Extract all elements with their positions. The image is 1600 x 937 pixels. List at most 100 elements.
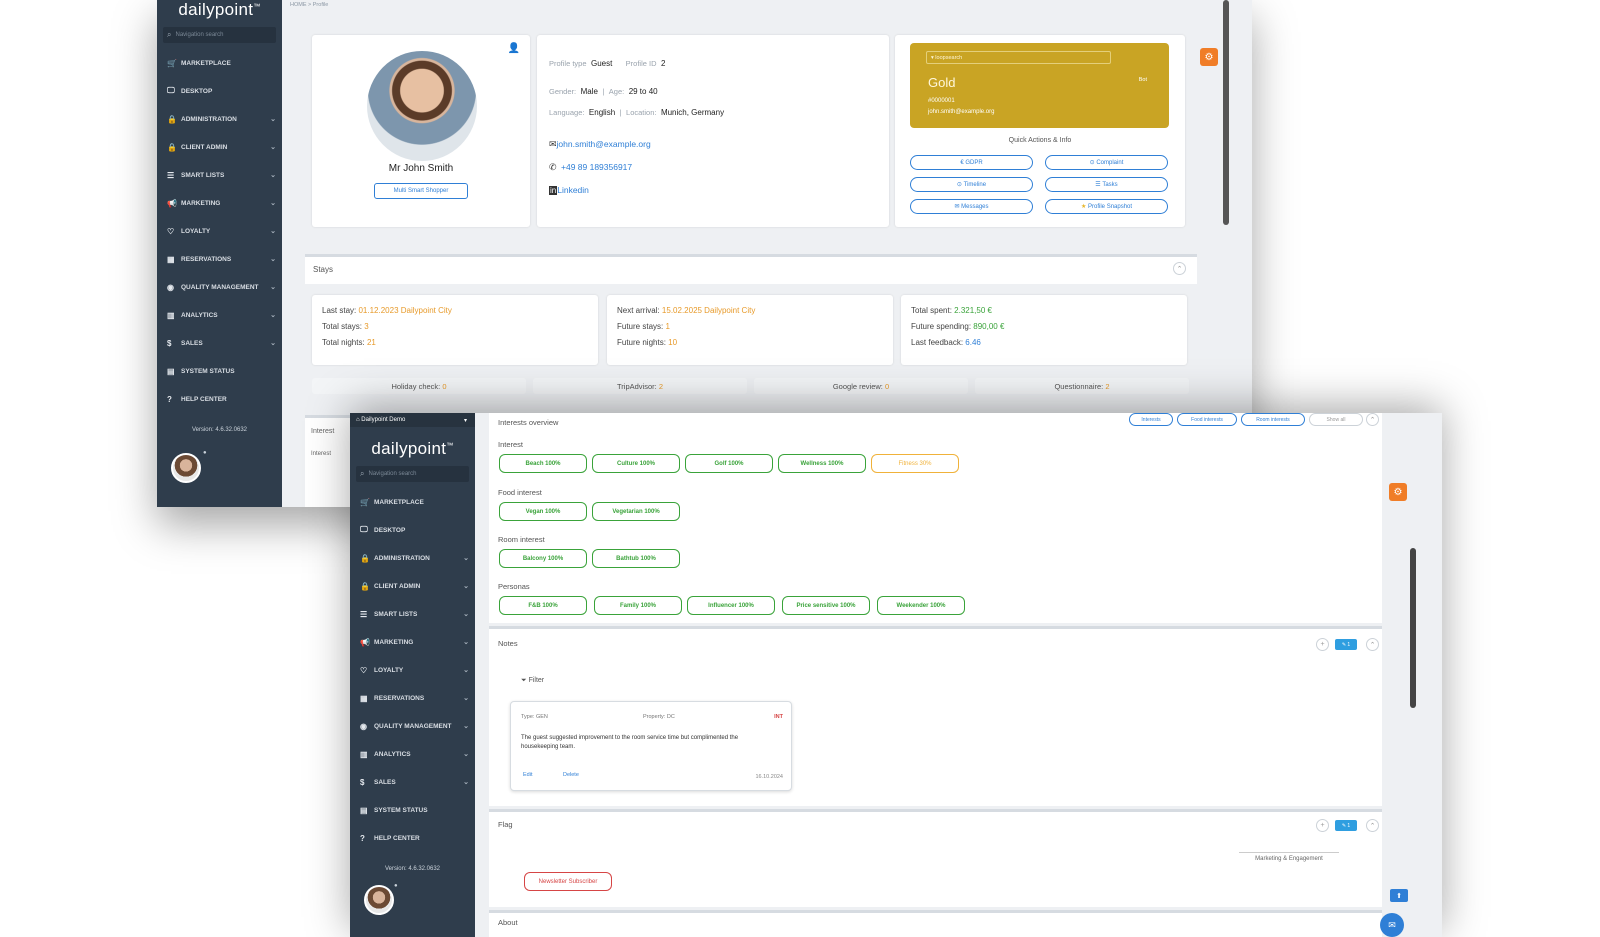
- notes-filter[interactable]: ⏷ Filter: [521, 677, 544, 685]
- settings-gear-button[interactable]: ⚙: [1200, 48, 1218, 66]
- interest-pill-beach[interactable]: Beach 100%: [499, 454, 587, 473]
- sidebar-item-client-admin[interactable]: 🔒 CLIENT ADMIN ⌄: [350, 572, 475, 600]
- sidebar-item-marketing[interactable]: 📢 MARKETING ⌄: [157, 189, 282, 217]
- collapse-stays-button[interactable]: ⌃: [1173, 262, 1186, 275]
- sidebar-item-smart-lists[interactable]: ☰ SMART LISTS ⌄: [350, 600, 475, 628]
- user-avatar[interactable]: [171, 453, 201, 483]
- quick-actions-title: Quick Actions & Info: [1008, 137, 1072, 144]
- sidebar-item-loyalty[interactable]: ♡ LOYALTY ⌄: [350, 656, 475, 684]
- sidebar-item-analytics[interactable]: ▥ ANALYTICS ⌄: [157, 301, 282, 329]
- food-pill-vegan[interactable]: Vegan 100%: [499, 502, 587, 521]
- sidebar-item-sales[interactable]: $ SALES ⌄: [157, 329, 282, 357]
- nav-search-input[interactable]: ⌕ Navigation search: [356, 466, 469, 482]
- sidebar-item-reservations[interactable]: ▦ RESERVATIONS ⌄: [157, 245, 282, 273]
- scroll-top-button[interactable]: ⬆: [1390, 889, 1408, 902]
- sidebar-item-desktop[interactable]: 🖵 DESKTOP: [350, 516, 475, 544]
- tasks-button[interactable]: ☰ Tasks: [1045, 177, 1168, 192]
- edit-flags-button[interactable]: ✎ 1: [1335, 820, 1357, 831]
- sidebar-item-administration[interactable]: 🔒 ADMINISTRATION ⌄: [350, 544, 475, 572]
- settings-gear-button[interactable]: ⚙: [1389, 483, 1407, 501]
- question-icon: ?: [360, 833, 365, 843]
- sidebar-item-label: ADMINISTRATION: [374, 554, 430, 562]
- sidebar-item-marketplace[interactable]: 🛒 MARKETPLACE: [157, 49, 282, 77]
- sidebar: ⌂ Dailypoint Demo ▾ dailypoint™ ⌕ Navigat…: [350, 413, 475, 937]
- sidebar-item-smart-lists[interactable]: ☰ SMART LISTS ⌄: [157, 161, 282, 189]
- persona-pill-fb[interactable]: F&B 100%: [499, 596, 587, 615]
- sidebar-item-quality-management[interactable]: ◉ QUALITY MANAGEMENT ⌄: [350, 712, 475, 740]
- timeline-button[interactable]: ⊙ Timeline: [910, 177, 1033, 192]
- multi-smart-shopper-button[interactable]: Multi Smart Shopper: [374, 183, 468, 199]
- person-icon[interactable]: 👤: [508, 43, 520, 54]
- about-title: About: [498, 918, 518, 927]
- holiday-check-tab[interactable]: Holiday check: 0: [312, 378, 526, 394]
- room-pill-bathtub[interactable]: Bathtub 100%: [592, 549, 680, 568]
- persona-pill-family[interactable]: Family 100%: [594, 596, 682, 615]
- loyalty-search-input[interactable]: ▾ loopsearch: [926, 51, 1111, 64]
- complaint-button[interactable]: ⊙ Complaint: [1045, 155, 1168, 170]
- show-all-button[interactable]: Show all: [1309, 413, 1363, 426]
- edit-notes-button[interactable]: ✎ 1: [1335, 639, 1357, 650]
- app-logo[interactable]: dailypoint™: [157, 0, 282, 24]
- room-pill-balcony[interactable]: Balcony 100%: [499, 549, 587, 568]
- email-link[interactable]: john.smith@example.org: [557, 139, 651, 149]
- sidebar-item-label: DESKTOP: [374, 526, 406, 534]
- sidebar-item-label: RESERVATIONS: [374, 694, 425, 702]
- linkedin-link[interactable]: Linkedin: [557, 185, 589, 195]
- sidebar-item-system-status[interactable]: ▤ SYSTEM STATUS: [350, 796, 475, 824]
- sidebar-item-desktop[interactable]: 🖵 DESKTOP: [157, 77, 282, 105]
- sidebar-item-sales[interactable]: $ SALES ⌄: [350, 768, 475, 796]
- tripadvisor-tab[interactable]: TripAdvisor: 2: [533, 378, 747, 394]
- future-spending-value: 890,00 €: [973, 322, 1005, 331]
- user-avatar[interactable]: [364, 885, 394, 915]
- interests-filter-button[interactable]: Interests: [1129, 413, 1173, 426]
- search-icon: ⌕: [360, 469, 365, 478]
- total-spent-value: 2.321,50 €: [954, 306, 992, 315]
- collapse-notes-button[interactable]: ⌃: [1366, 638, 1379, 651]
- note-delete-link[interactable]: Delete: [563, 772, 579, 778]
- sidebar-item-reservations[interactable]: ▦ RESERVATIONS ⌄: [350, 684, 475, 712]
- sidebar-item-help-center[interactable]: ? HELP CENTER: [157, 385, 282, 413]
- note-edit-link[interactable]: Edit: [523, 772, 532, 778]
- notes-title: Notes: [498, 639, 518, 648]
- chat-icon[interactable]: ✉: [1380, 913, 1404, 937]
- food-interests-filter-button[interactable]: Food interests: [1177, 413, 1237, 426]
- sidebar-item-administration[interactable]: 🔒 ADMINISTRATION ⌄: [157, 105, 282, 133]
- google-review-tab[interactable]: Google review: 0: [754, 378, 968, 394]
- app-logo[interactable]: dailypoint™: [350, 427, 475, 463]
- chevron-down-icon: ⌄: [463, 583, 469, 590]
- persona-pill-influencer[interactable]: Influencer 100%: [687, 596, 775, 615]
- collapse-flag-button[interactable]: ⌃: [1366, 819, 1379, 832]
- scrollbar[interactable]: [1223, 0, 1229, 225]
- scrollbar[interactable]: [1410, 548, 1416, 708]
- sidebar-item-help-center[interactable]: ? HELP CENTER: [350, 824, 475, 852]
- food-pill-vegetarian[interactable]: Vegetarian 100%: [592, 502, 680, 521]
- persona-pill-price-sensitive[interactable]: Price sensitive 100%: [782, 596, 870, 615]
- newsletter-subscriber-flag[interactable]: Newsletter Subscriber: [524, 872, 612, 891]
- nav-search-input[interactable]: ⌕ Navigation search: [163, 27, 276, 43]
- property-select[interactable]: ⌂ Dailypoint Demo ▾: [350, 413, 475, 427]
- add-note-button[interactable]: +: [1316, 638, 1329, 651]
- add-flag-button[interactable]: +: [1316, 819, 1329, 832]
- questionnaire-tab[interactable]: Questionnaire: 2: [975, 378, 1189, 394]
- interest-pill-golf[interactable]: Golf 100%: [685, 454, 773, 473]
- interest-pill-wellness[interactable]: Wellness 100%: [778, 454, 866, 473]
- phone-link[interactable]: +49 89 189356917: [561, 162, 632, 172]
- stays-section-header[interactable]: Stays: [305, 254, 1197, 284]
- sidebar-item-analytics[interactable]: ▥ ANALYTICS ⌄: [350, 740, 475, 768]
- interest-pill-culture[interactable]: Culture 100%: [592, 454, 680, 473]
- sidebar-item-marketing[interactable]: 📢 MARKETING ⌄: [350, 628, 475, 656]
- interest-pill-fitness[interactable]: Fitness 30%: [871, 454, 959, 473]
- messages-button[interactable]: ✉ Messages: [910, 199, 1033, 214]
- persona-pill-weekender[interactable]: Weekender 100%: [877, 596, 965, 615]
- room-interests-filter-button[interactable]: Room interests: [1241, 413, 1305, 426]
- profile-snapshot-button[interactable]: ★ Profile Snapshot: [1045, 199, 1168, 214]
- gauge-icon: ◉: [360, 721, 367, 731]
- gdpr-button[interactable]: € GDPR: [910, 155, 1033, 170]
- sidebar-item-client-admin[interactable]: 🔒 CLIENT ADMIN ⌄: [157, 133, 282, 161]
- sidebar-item-quality-management[interactable]: ◉ QUALITY MANAGEMENT ⌄: [157, 273, 282, 301]
- chevron-down-icon: ⌄: [463, 611, 469, 618]
- sidebar-item-marketplace[interactable]: 🛒 MARKETPLACE: [350, 488, 475, 516]
- collapse-interests-button[interactable]: ⌃: [1366, 413, 1379, 426]
- sidebar-item-system-status[interactable]: ▤ SYSTEM STATUS: [157, 357, 282, 385]
- sidebar-item-loyalty[interactable]: ♡ LOYALTY ⌄: [157, 217, 282, 245]
